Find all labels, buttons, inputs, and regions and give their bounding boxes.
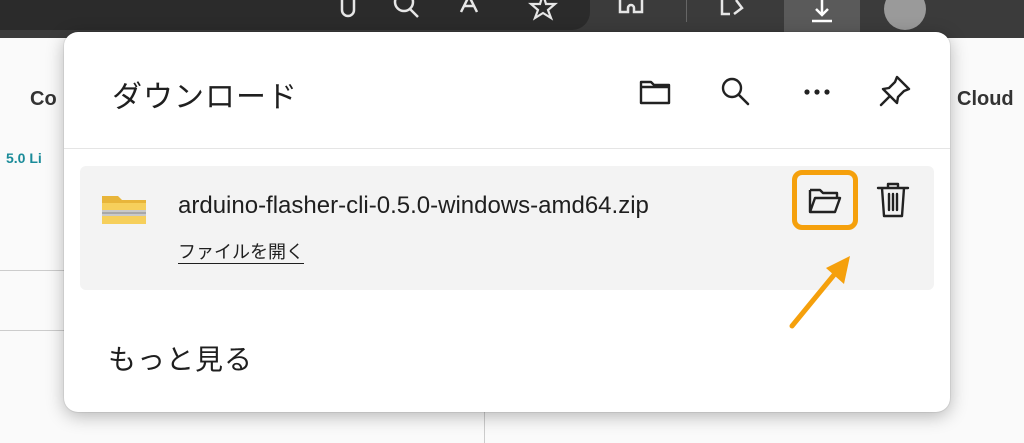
background-link-left[interactable]: 5.0 Li [6,150,42,166]
address-bar[interactable] [0,0,590,30]
background-divider [484,410,485,443]
pin-icon [879,75,911,107]
more-options-icon [804,89,830,95]
font-size-icon[interactable] [455,0,485,26]
downloads-button[interactable] [784,0,860,34]
background-divider [0,330,66,331]
download-icon [812,0,832,23]
open-downloads-folder-button[interactable] [636,72,674,110]
collections-icon[interactable] [718,0,748,26]
downloads-panel: ダウンロード arduino-flasher-cli-0.5.0-windows… [64,32,950,412]
background-heading-right: Cloud [957,88,1014,110]
see-more-link[interactable]: もっと見る [108,338,253,378]
zip-folder-icon [102,196,146,224]
download-filename: arduino-flasher-cli-0.5.0-windows-amd64.… [178,192,649,219]
folder-icon [639,80,671,105]
read-aloud-icon[interactable] [336,0,366,26]
more-options-button[interactable] [798,72,836,110]
panel-title: ダウンロード [112,81,298,114]
favorite-icon[interactable] [528,0,558,26]
background-heading-left: Co [30,88,57,110]
folder-open-icon [808,188,842,214]
search-icon [721,77,750,106]
zoom-icon[interactable] [392,0,422,26]
annotation-arrow-icon [789,256,850,329]
open-file-link[interactable]: ファイルを開く [178,238,304,264]
delete-icon[interactable] [874,180,912,220]
show-in-folder-button[interactable] [792,170,858,230]
extensions-icon[interactable] [616,0,646,26]
background-divider [0,270,66,271]
profile-avatar[interactable] [884,0,926,30]
pin-panel-button[interactable] [876,72,914,110]
search-downloads-button[interactable] [716,72,754,110]
toolbar-separator [686,0,687,22]
panel-divider [64,148,950,149]
